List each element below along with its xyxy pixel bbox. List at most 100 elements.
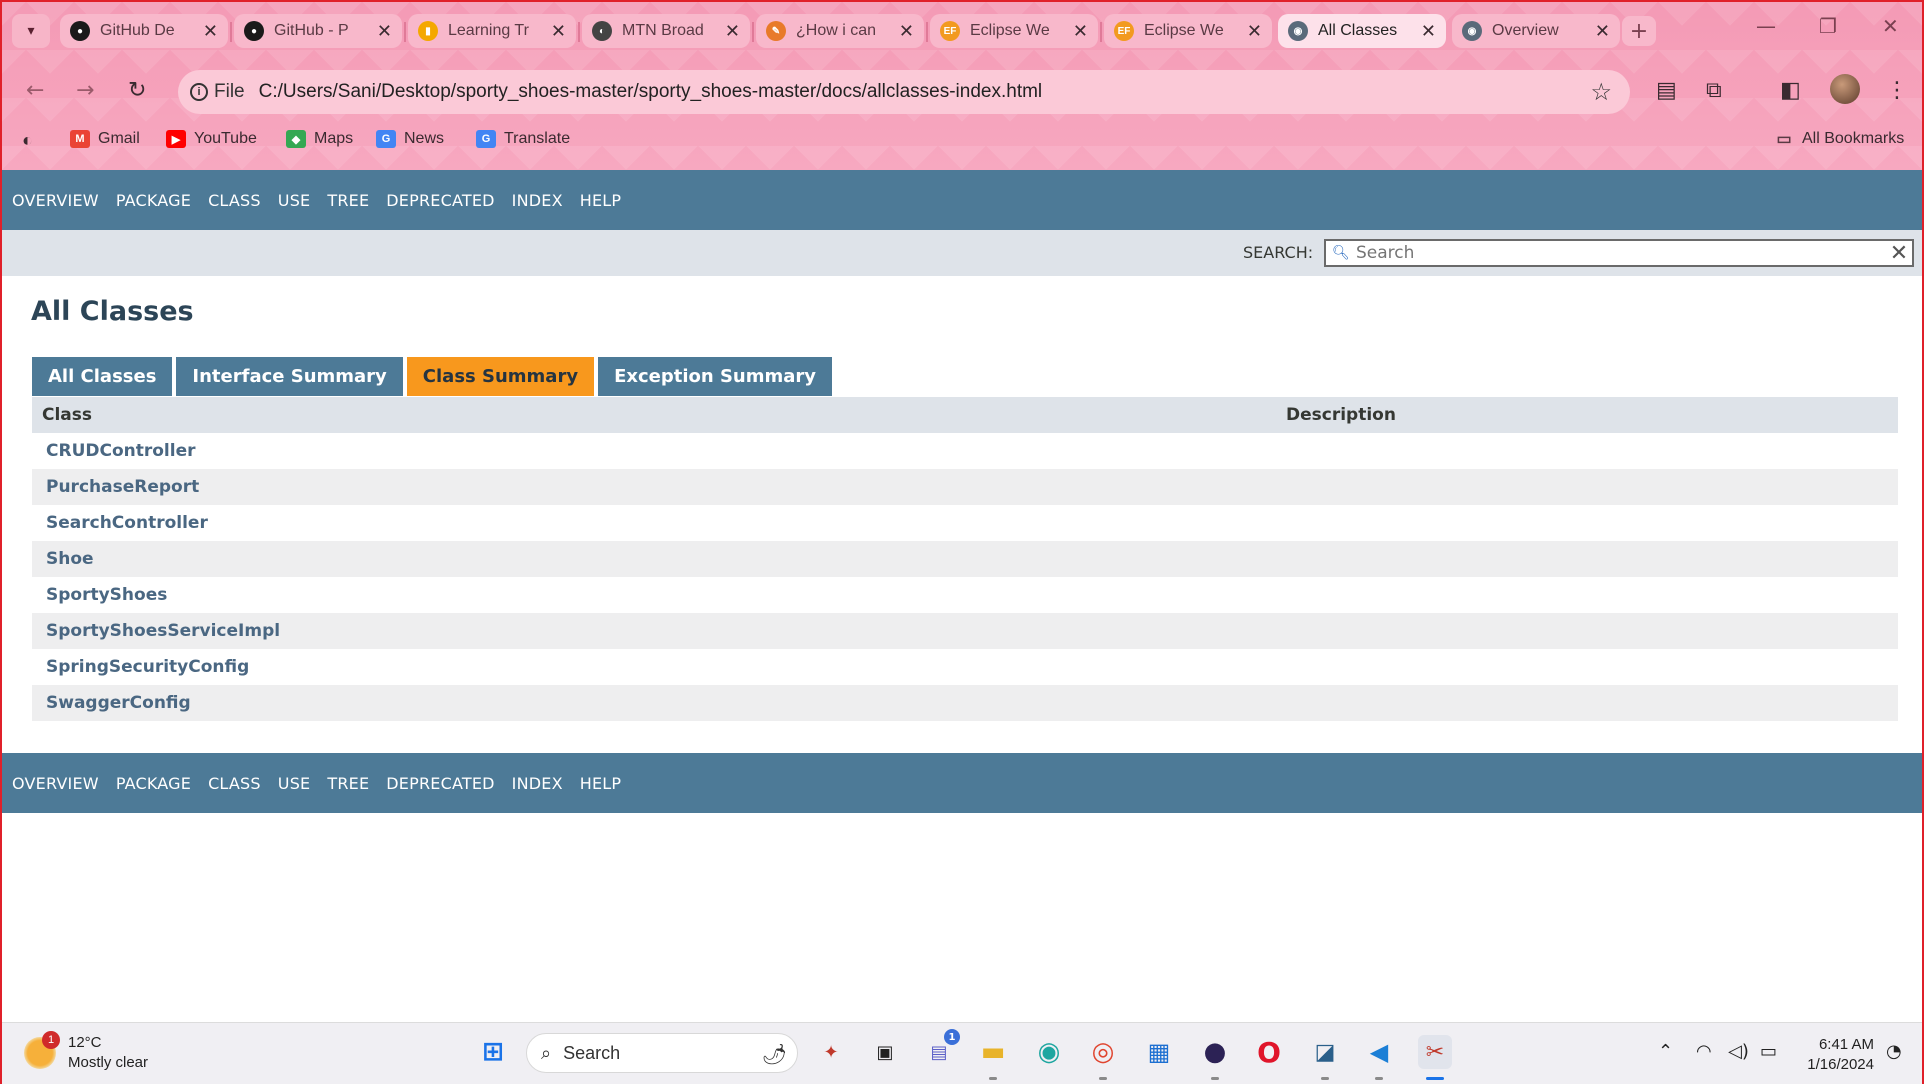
tab-title: Eclipse We (970, 22, 1050, 39)
battery-icon[interactable]: ▭ (1760, 1041, 1777, 1062)
close-tab-icon[interactable]: ✕ (1073, 21, 1088, 42)
tab-all-classes[interactable]: All Classes (32, 357, 173, 396)
apps-globe-icon[interactable]: ◐ (22, 130, 33, 151)
browser-tab[interactable]: EF Eclipse We ✕ (930, 14, 1098, 48)
bookmark-star-icon[interactable]: ☆ (1590, 78, 1612, 107)
tab-search-button[interactable]: ▾ (12, 14, 50, 48)
class-link[interactable]: SwaggerConfig (46, 693, 191, 713)
close-tab-icon[interactable]: ✕ (899, 21, 914, 42)
copilot-icon[interactable]: ✦ (814, 1035, 848, 1069)
minimize-icon[interactable]: — (1756, 14, 1776, 38)
forward-arrow-icon[interactable]: → (76, 78, 94, 103)
bookmark-news[interactable]: G News (376, 130, 444, 148)
close-tab-icon[interactable]: ✕ (551, 21, 566, 42)
store-icon[interactable]: ▦ (1142, 1035, 1176, 1069)
class-link[interactable]: SearchController (46, 513, 208, 533)
browser-tab[interactable]: ◉ All Classes ✕ (1278, 14, 1446, 48)
weather-widget[interactable]: 1 12°C Mostly clear (24, 1031, 148, 1073)
file-explorer-icon[interactable]: ▬ (976, 1035, 1010, 1069)
wifi-icon[interactable]: ◠ (1696, 1041, 1712, 1062)
search-field[interactable]: 🔍︎ ✕ (1324, 239, 1914, 267)
nav-link-deprecated[interactable]: DEPRECATED (386, 191, 494, 210)
browser-tab[interactable]: ◐ MTN Broad ✕ (582, 14, 750, 48)
notifications-icon[interactable]: ◔ (1886, 1041, 1902, 1062)
show-hidden-icons-chevron[interactable]: ⌃ (1658, 1041, 1673, 1062)
reload-icon[interactable]: ↻ (128, 78, 146, 103)
mtn-icon: ◐ (592, 21, 612, 41)
side-panel-icon[interactable]: ◧ (1780, 78, 1801, 103)
nav-link-class[interactable]: CLASS (208, 774, 261, 793)
address-bar[interactable]: i File C:/Users/Sani/Desktop/sporty_shoe… (178, 70, 1630, 114)
class-link[interactable]: SpringSecurityConfig (46, 657, 249, 677)
taskbar-search[interactable]: ⌕ Search 🌶︎ (526, 1033, 798, 1073)
tab-class-summary[interactable]: Class Summary (406, 357, 595, 396)
nav-link-use[interactable]: USE (278, 774, 311, 793)
close-window-icon[interactable]: ✕ (1882, 14, 1899, 38)
profile-avatar[interactable] (1830, 74, 1860, 104)
task-view-icon[interactable]: ▣ (868, 1035, 902, 1069)
nav-link-class[interactable]: CLASS (208, 191, 261, 210)
snipping-tool-icon[interactable]: ✂ (1418, 1035, 1452, 1069)
new-tab-button[interactable]: + (1622, 16, 1656, 46)
close-tab-icon[interactable]: ✕ (725, 21, 740, 42)
browser-tab[interactable]: ▮ Learning Tr ✕ (408, 14, 576, 48)
nav-link-package[interactable]: PACKAGE (116, 191, 191, 210)
menu-kebab-icon[interactable]: ⋮ (1886, 78, 1908, 103)
reset-search-icon[interactable]: ✕ (1886, 241, 1912, 266)
bookmark-translate[interactable]: G Translate (476, 130, 570, 148)
nav-link-index[interactable]: INDEX (512, 774, 563, 793)
eclipse-icon[interactable]: ● (1198, 1035, 1232, 1069)
nav-link-deprecated[interactable]: DEPRECATED (386, 774, 494, 793)
close-tab-icon[interactable]: ✕ (1421, 21, 1436, 42)
system-clock[interactable]: 6:41 AM 1/16/2024 (1798, 1035, 1874, 1075)
class-link[interactable]: CRUDController (46, 441, 196, 461)
browser-tab[interactable]: ● GitHub De ✕ (60, 14, 228, 48)
nav-link-help[interactable]: HELP (580, 774, 622, 793)
vscode-icon[interactable]: ◀ (1362, 1035, 1396, 1069)
nav-link-tree[interactable]: TREE (327, 774, 369, 793)
nav-link-overview[interactable]: OVERVIEW (12, 774, 99, 793)
table-row: PurchaseReport (32, 469, 1898, 505)
opera-icon[interactable]: O (1252, 1035, 1286, 1069)
class-link[interactable]: PurchaseReport (46, 477, 199, 497)
nav-link-use[interactable]: USE (278, 191, 311, 210)
tab-exception-summary[interactable]: Exception Summary (598, 357, 833, 396)
windows-start-icon[interactable]: ⊞ (476, 1035, 510, 1069)
browser-tab[interactable]: ● GitHub - P ✕ (234, 14, 402, 48)
cast-icon[interactable]: ▤ (1656, 78, 1677, 103)
chrome-icon[interactable]: ◎ (1086, 1035, 1120, 1069)
tab-interface-summary[interactable]: Interface Summary (176, 357, 403, 396)
close-tab-icon[interactable]: ✕ (377, 21, 392, 42)
search-input[interactable] (1356, 241, 1886, 265)
close-tab-icon[interactable]: ✕ (203, 21, 218, 42)
bookmark-youtube[interactable]: ▶ YouTube (166, 130, 257, 148)
browser-tab[interactable]: EF Eclipse We ✕ (1104, 14, 1272, 48)
class-link[interactable]: SportyShoesServiceImpl (46, 621, 280, 641)
site-info-chip[interactable]: i File (190, 81, 245, 103)
bookmark-gmail[interactable]: M Gmail (70, 130, 140, 148)
back-arrow-icon[interactable]: ← (26, 78, 44, 103)
class-link[interactable]: SportyShoes (46, 585, 167, 605)
nav-link-help[interactable]: HELP (580, 191, 622, 210)
bookmark-maps[interactable]: ◆ Maps (286, 130, 353, 148)
nav-link-package[interactable]: PACKAGE (116, 774, 191, 793)
class-link[interactable]: Shoe (46, 549, 94, 569)
tab-title: Overview (1492, 22, 1559, 39)
nav-link-tree[interactable]: TREE (327, 191, 369, 210)
browser-tab[interactable]: ◉ Overview ✕ (1452, 14, 1620, 48)
teams-icon[interactable]: ▤ 1 (922, 1029, 960, 1069)
extensions-icon[interactable]: ⧉ (1706, 78, 1722, 103)
nav-link-index[interactable]: INDEX (512, 191, 563, 210)
volume-icon[interactable]: ◁) (1728, 1041, 1749, 1062)
maximize-icon[interactable]: ❐ (1819, 14, 1837, 38)
url-text: C:/Users/Sani/Desktop/sporty_shoes-maste… (258, 81, 1043, 102)
mysql-workbench-icon[interactable]: ◪ (1308, 1035, 1342, 1069)
nav-link-overview[interactable]: OVERVIEW (12, 191, 99, 210)
close-tab-icon[interactable]: ✕ (1247, 21, 1262, 42)
browser-tab[interactable]: ✎ ¿How i can ✕ (756, 14, 924, 48)
globe-icon: ◉ (1462, 21, 1482, 41)
edge-icon[interactable]: ◉ (1032, 1035, 1066, 1069)
all-bookmarks[interactable]: ▭ All Bookmarks (1774, 130, 1904, 148)
tab-title: GitHub - P (274, 22, 349, 39)
close-tab-icon[interactable]: ✕ (1595, 21, 1610, 42)
